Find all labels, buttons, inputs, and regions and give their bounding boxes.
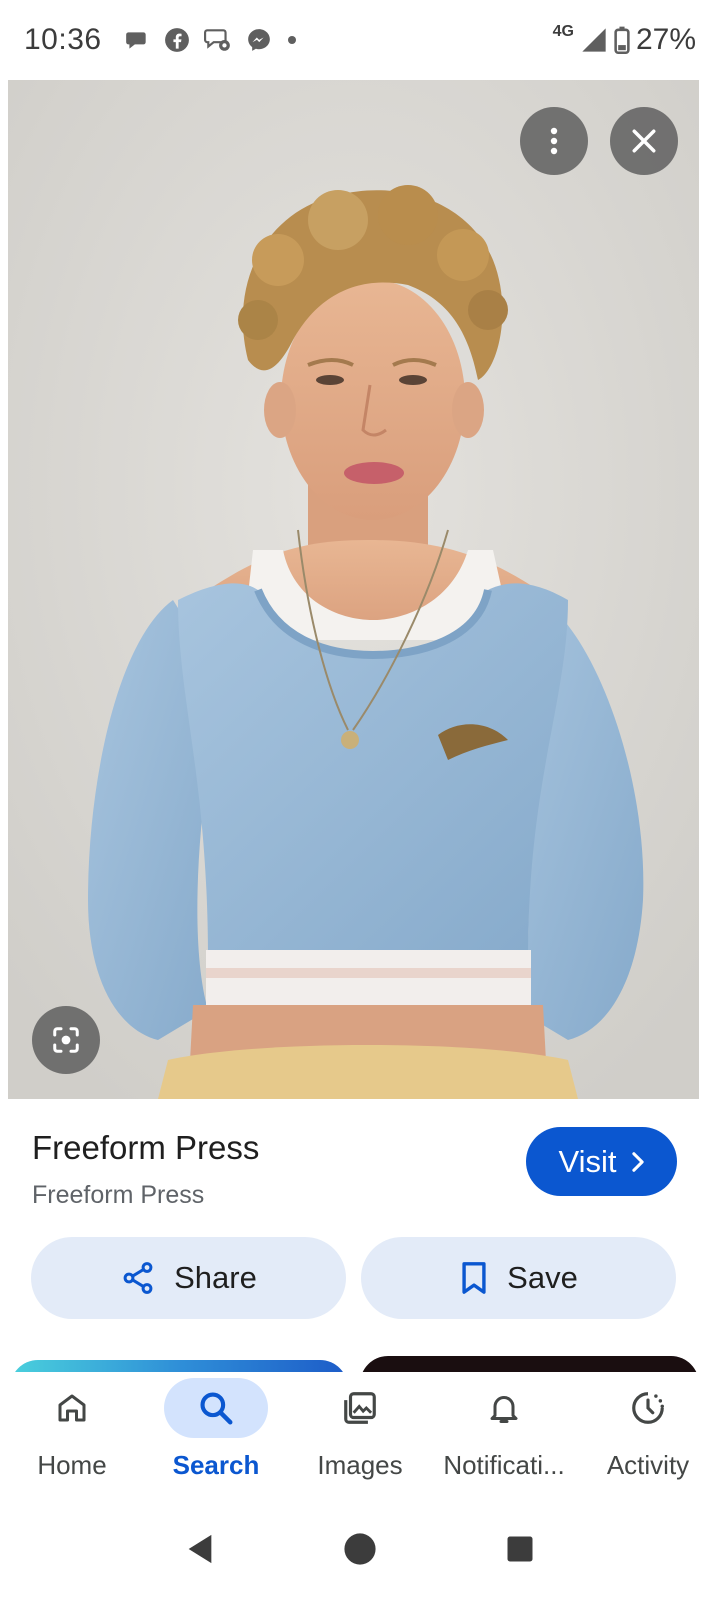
save-button[interactable]: Save xyxy=(361,1237,676,1319)
lens-icon xyxy=(53,1027,79,1053)
preview-photo xyxy=(8,80,699,1099)
nav-icon-container xyxy=(308,1378,412,1438)
chat-bubble-icon xyxy=(125,32,146,49)
nav-label-home: Home xyxy=(37,1450,107,1480)
nav-icon-container xyxy=(20,1378,124,1438)
bookmark-icon xyxy=(462,1262,486,1294)
back-button[interactable] xyxy=(170,1519,230,1579)
image-preview[interactable] xyxy=(8,80,699,1099)
share-button[interactable]: Share xyxy=(31,1237,346,1319)
dot-icon xyxy=(287,36,296,44)
status-bar: 10:36 4G 27% xyxy=(0,0,720,80)
more-options-button[interactable] xyxy=(520,107,588,175)
recents-button[interactable] xyxy=(490,1519,550,1579)
nav-icon-container xyxy=(164,1378,268,1438)
bell-icon xyxy=(490,1396,518,1423)
recents-square-icon xyxy=(507,1536,533,1562)
nav-images[interactable]: Images xyxy=(288,1372,432,1498)
system-navigation xyxy=(0,1498,720,1600)
activity-icon xyxy=(632,1392,664,1424)
home-system-button[interactable] xyxy=(330,1519,390,1579)
nav-label-search: Search xyxy=(172,1450,260,1480)
chevron-right-icon xyxy=(631,1151,644,1172)
result-source: Freeform Press xyxy=(32,1181,205,1209)
home-circle-icon xyxy=(344,1533,376,1565)
share-label: Share xyxy=(174,1260,257,1295)
battery-icon xyxy=(614,26,630,54)
signal-icon xyxy=(582,28,606,52)
network-type: 4G xyxy=(552,23,574,40)
facebook-icon xyxy=(164,28,189,52)
battery-percent: 27% xyxy=(635,23,696,56)
close-icon xyxy=(632,129,656,153)
bottom-navigation: Home Search Images Notificati... Activit… xyxy=(0,1372,720,1498)
close-button[interactable] xyxy=(610,107,678,175)
visit-label: Visit xyxy=(558,1143,617,1179)
status-time: 10:36 xyxy=(24,23,102,56)
nav-icon-container xyxy=(452,1378,556,1438)
messenger-icon xyxy=(247,29,270,51)
more-vertical-icon xyxy=(550,127,558,155)
nav-label-images: Images xyxy=(317,1450,403,1480)
nav-label-activity: Activity xyxy=(606,1450,690,1480)
visit-button[interactable]: Visit xyxy=(526,1127,677,1196)
nav-activity[interactable]: Activity xyxy=(576,1372,720,1498)
status-right: 4G 27% xyxy=(553,23,696,57)
search-icon xyxy=(200,1392,233,1425)
nav-home[interactable]: Home xyxy=(0,1372,144,1498)
nav-icon-container xyxy=(596,1378,700,1438)
chat-settings-icon xyxy=(203,29,230,51)
save-label: Save xyxy=(507,1260,578,1295)
back-triangle-icon xyxy=(188,1534,212,1564)
lens-button[interactable] xyxy=(32,1006,100,1074)
nav-label-notifications: Notificati... xyxy=(443,1450,565,1480)
images-icon xyxy=(344,1392,376,1424)
notification-icons xyxy=(124,27,298,53)
home-icon xyxy=(58,1394,86,1422)
nav-search[interactable]: Search xyxy=(144,1372,288,1498)
share-icon xyxy=(123,1262,153,1294)
nav-notifications[interactable]: Notificati... xyxy=(432,1372,576,1498)
result-title: Freeform Press xyxy=(32,1129,260,1166)
